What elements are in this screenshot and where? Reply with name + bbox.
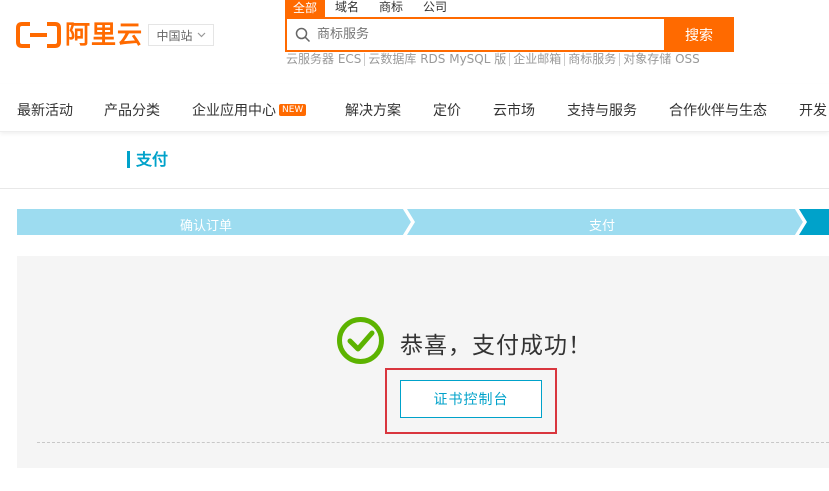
chevron-down-icon <box>197 30 206 41</box>
search-button[interactable]: 搜索 <box>664 17 734 52</box>
hot-word-link[interactable]: 对象存储 OSS <box>620 53 703 66</box>
search-tab-company[interactable]: 公司 <box>413 0 457 17</box>
new-badge: NEW <box>279 104 307 116</box>
hot-word-link[interactable]: 商标服务 <box>565 53 621 66</box>
hot-word-link[interactable]: 云数据库 RDS MySQL 版 <box>365 53 511 66</box>
hot-word-link[interactable]: 企业邮箱 <box>510 53 566 66</box>
steps-bar <box>17 209 829 235</box>
nav-item-developer[interactable]: 开发 <box>799 100 827 120</box>
nav-item-partners[interactable]: 合作伙伴与生态 <box>669 100 767 120</box>
nav-item-enterprise-apps[interactable]: 企业应用中心 NEW <box>192 100 307 120</box>
logo-text: 阿里云 <box>65 20 144 49</box>
region-label: 中国站 <box>156 28 193 43</box>
progress-steps: 确认订单 支付 <box>17 209 829 235</box>
check-circle-icon <box>336 316 385 369</box>
search-box <box>285 17 665 52</box>
main-nav: 最新活动 产品分类 企业应用中心 NEW 解决方案 定价 云市场 支持与服务 合作… <box>0 84 829 132</box>
search-tabs: 全部 域名 商标 公司 <box>285 0 457 17</box>
search-tab-trademark[interactable]: 商标 <box>369 0 413 17</box>
search-tab-domain[interactable]: 域名 <box>325 0 369 17</box>
step-payment: 支付 <box>589 219 616 234</box>
search-tab-all[interactable]: 全部 <box>285 0 326 17</box>
certificate-console-button[interactable]: 证书控制台 <box>400 380 542 418</box>
success-message: 恭喜，支付成功！ <box>400 333 592 359</box>
hot-word-link[interactable]: 云服务器 ECS <box>283 53 366 66</box>
search-input[interactable] <box>317 27 637 42</box>
divider <box>37 442 829 443</box>
nav-item-pricing[interactable]: 定价 <box>433 100 461 120</box>
result-panel: 恭喜，支付成功！ 证书控制台 <box>17 256 829 468</box>
nav-item-products[interactable]: 产品分类 <box>104 100 160 120</box>
page-title-bar: 支付 <box>0 133 829 189</box>
aliyun-logo-icon <box>16 22 61 48</box>
nav-item-marketplace[interactable]: 云市场 <box>493 100 535 120</box>
nav-item-label: 企业应用中心 <box>192 103 276 119</box>
region-selector[interactable]: 中国站 <box>148 24 214 46</box>
page-title: 支付 <box>127 151 168 168</box>
nav-item-solutions[interactable]: 解决方案 <box>345 100 401 120</box>
nav-item-latest-activities[interactable]: 最新活动 <box>17 100 73 120</box>
aliyun-logo[interactable]: 阿里云 <box>16 22 143 48</box>
step-confirm-order: 确认订单 <box>180 219 233 234</box>
search-icon <box>295 27 311 42</box>
hot-words: 云服务器 ECS 云数据库 RDS MySQL 版 企业邮箱 商标服务 对象存储… <box>283 53 703 66</box>
nav-item-support[interactable]: 支持与服务 <box>567 100 637 120</box>
